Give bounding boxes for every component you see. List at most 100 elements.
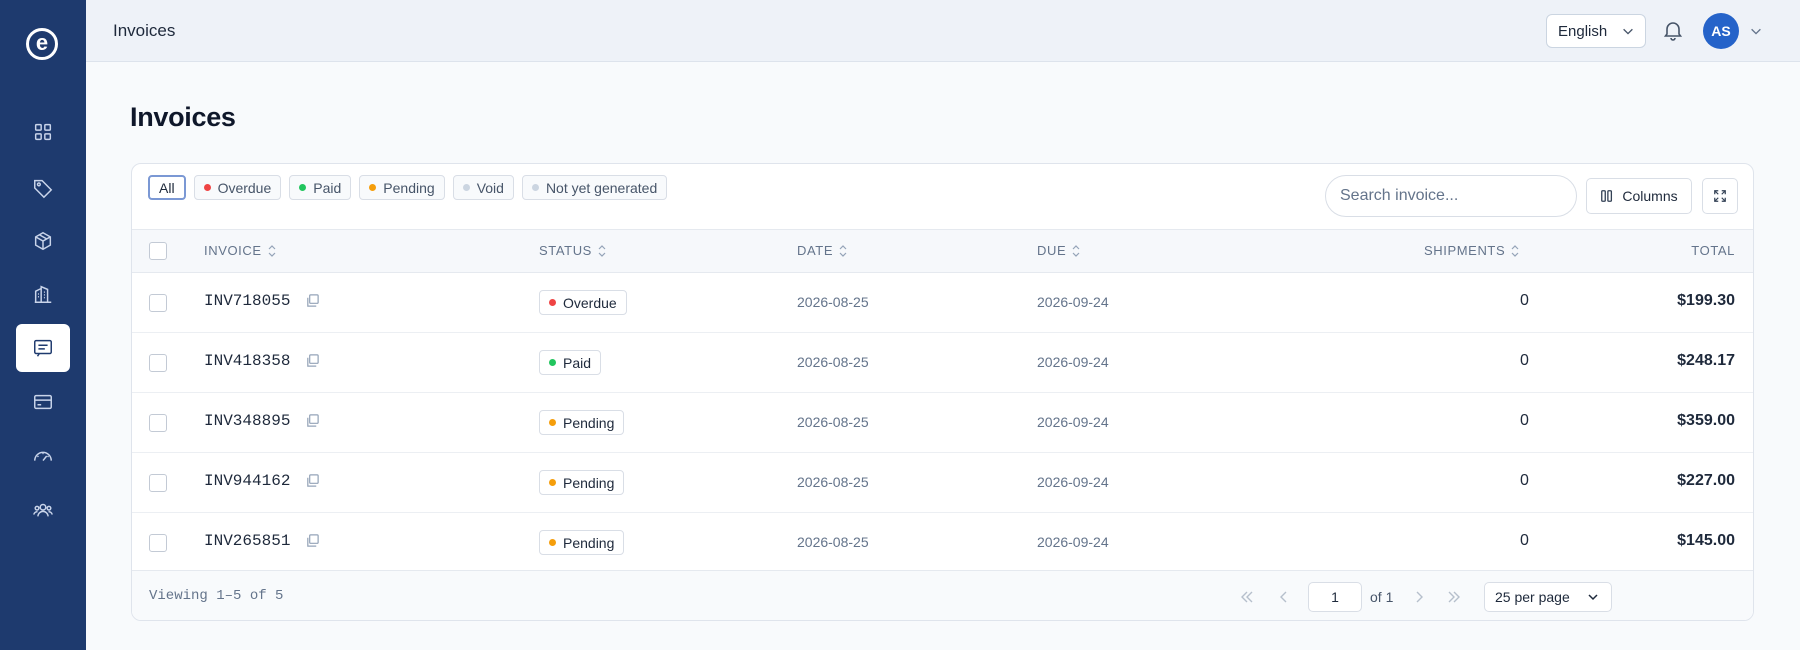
next-page-icon[interactable] <box>1411 589 1427 605</box>
row-checkbox[interactable] <box>149 294 167 312</box>
filter-chip-overdue[interactable]: Overdue <box>193 175 282 200</box>
filter-chip-paid[interactable]: Paid <box>289 175 352 200</box>
sidebar-item-performance[interactable] <box>16 432 70 480</box>
chevron-down-icon <box>1588 594 1598 601</box>
last-page-icon[interactable] <box>1446 589 1462 605</box>
invoice-date: 2026-08-25 <box>797 414 869 430</box>
status-badge: Paid <box>539 350 602 375</box>
previous-page-icon[interactable] <box>1276 589 1292 605</box>
language-value: English <box>1558 22 1608 40</box>
copy-icon[interactable] <box>305 413 320 428</box>
expand-icon <box>1714 190 1726 202</box>
invoice-date: 2026-08-25 <box>797 474 869 490</box>
column-header-status[interactable]: STATUS <box>539 243 606 258</box>
invoices-card: All Overdue Paid Pending Void Not yet ge… <box>131 163 1754 621</box>
chevron-down-icon[interactable] <box>1749 24 1763 38</box>
sidebar-item-users[interactable] <box>16 486 70 534</box>
invoice-id[interactable]: INV418358 <box>204 352 290 370</box>
invoice-total: $199.30 <box>1677 292 1735 309</box>
filter-chip-void[interactable]: Void <box>452 175 514 200</box>
credit-card-icon <box>34 394 52 410</box>
building-icon <box>34 285 52 303</box>
status-badge: Pending <box>539 530 625 555</box>
invoice-icon <box>34 339 52 357</box>
table-row[interactable]: INV944162 Pending 2026-08-25 2026-09-24 … <box>132 453 1753 513</box>
filter-chip-all[interactable]: All <box>148 175 186 200</box>
fullscreen-button[interactable] <box>1702 178 1738 214</box>
filter-chip-not-yet-generated[interactable]: Not yet generated <box>521 175 668 200</box>
invoice-id[interactable]: INV944162 <box>204 472 290 490</box>
page-title: Invoices <box>130 102 236 132</box>
due-date: 2026-09-24 <box>1037 294 1109 310</box>
row-checkbox[interactable] <box>149 474 167 492</box>
column-header-invoice[interactable]: INVOICE <box>204 243 276 258</box>
per-page-select[interactable]: 25 per page <box>1484 582 1612 612</box>
table-row[interactable]: INV418358 Paid 2026-08-25 2026-09-24 0 $… <box>132 333 1753 393</box>
invoice-date: 2026-08-25 <box>797 354 869 370</box>
app-logo[interactable]: e <box>26 28 58 60</box>
shipments-count: 0 <box>1520 472 1529 489</box>
dashboard-grid-icon <box>34 123 52 141</box>
gauge-icon <box>34 451 52 462</box>
sidebar-item-warehouses[interactable] <box>16 270 70 318</box>
invoice-total: $359.00 <box>1677 412 1735 429</box>
row-checkbox[interactable] <box>149 354 167 372</box>
row-checkbox[interactable] <box>149 534 167 552</box>
users-icon <box>33 503 53 517</box>
first-page-icon[interactable] <box>1239 589 1255 605</box>
copy-icon[interactable] <box>305 473 320 488</box>
invoice-id[interactable]: INV718055 <box>204 292 290 310</box>
sidebar-item-billing[interactable] <box>16 378 70 426</box>
copy-icon[interactable] <box>305 533 320 548</box>
shipments-count: 0 <box>1520 412 1529 429</box>
invoice-id[interactable]: INV348895 <box>204 412 290 430</box>
copy-icon[interactable] <box>305 293 320 308</box>
invoice-date: 2026-08-25 <box>797 534 869 550</box>
columns-button[interactable]: Columns <box>1586 178 1692 214</box>
column-header-total[interactable]: TOTAL <box>1691 243 1735 258</box>
topbar-title: Invoices <box>113 21 176 40</box>
viewing-summary: Viewing 1–5 of 5 <box>149 588 284 604</box>
table-footer: Viewing 1–5 of 5 of 1 25 per page <box>132 570 1753 620</box>
search-input[interactable] <box>1325 175 1577 217</box>
invoice-date: 2026-08-25 <box>797 294 869 310</box>
page-number-input[interactable] <box>1308 582 1362 612</box>
column-header-shipments[interactable]: SHIPMENTS <box>1424 243 1519 258</box>
column-header-due[interactable]: DUE <box>1037 243 1080 258</box>
row-checkbox[interactable] <box>149 414 167 432</box>
status-dot <box>549 299 556 306</box>
invoice-id[interactable]: INV265851 <box>204 532 290 550</box>
bell-icon[interactable] <box>1661 18 1685 42</box>
status-dot <box>531 184 539 191</box>
sort-icon <box>1072 244 1080 257</box>
filter-chip-pending[interactable]: Pending <box>359 175 445 200</box>
column-header-date[interactable]: DATE <box>797 243 847 258</box>
top-bar: Invoices English AS <box>86 0 1800 62</box>
sidebar-item-pricing[interactable] <box>16 164 70 212</box>
status-badge: Pending <box>539 470 625 495</box>
tag-icon <box>34 179 53 199</box>
package-icon <box>34 231 52 251</box>
select-all-checkbox[interactable] <box>149 242 167 260</box>
copy-icon[interactable] <box>305 353 320 368</box>
invoice-total: $145.00 <box>1677 532 1735 549</box>
due-date: 2026-09-24 <box>1037 534 1109 550</box>
status-dot <box>549 419 556 426</box>
avatar[interactable]: AS <box>1703 13 1739 49</box>
sort-icon <box>268 244 276 257</box>
sidebar-item-invoices[interactable] <box>16 324 70 372</box>
status-dot <box>299 184 307 191</box>
page-count: of 1 <box>1370 589 1394 605</box>
table-row[interactable]: INV348895 Pending 2026-08-25 2026-09-24 … <box>132 393 1753 453</box>
sort-icon <box>598 244 606 257</box>
sidebar-item-dashboard[interactable] <box>16 108 70 156</box>
status-dot <box>369 184 377 191</box>
table-row[interactable]: INV265851 Pending 2026-08-25 2026-09-24 … <box>132 513 1753 573</box>
language-select[interactable]: English <box>1546 14 1646 48</box>
status-badge: Overdue <box>539 290 627 315</box>
shipments-count: 0 <box>1520 292 1529 309</box>
sidebar-item-packages[interactable] <box>16 217 70 265</box>
columns-icon <box>1601 190 1613 202</box>
table-row[interactable]: INV718055 Overdue 2026-08-25 2026-09-24 … <box>132 273 1753 333</box>
status-dot <box>203 184 211 191</box>
